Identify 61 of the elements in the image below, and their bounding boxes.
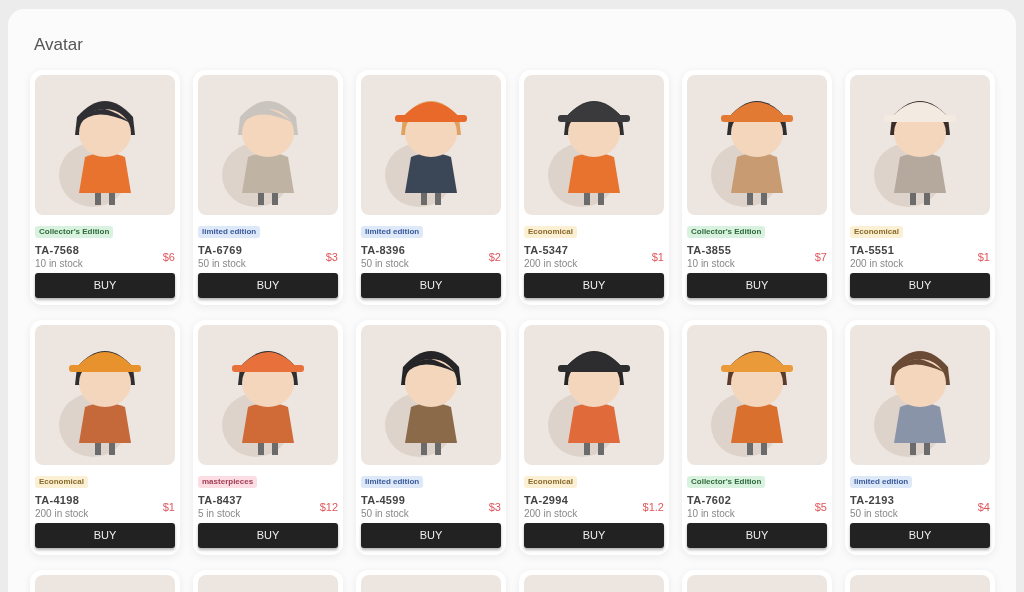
product-code: TA-5347: [524, 244, 570, 257]
product-code: TA-2994: [524, 494, 570, 507]
buy-button[interactable]: BUY: [361, 273, 501, 298]
buy-button[interactable]: BUY: [524, 273, 664, 298]
product-code: TA-4198: [35, 494, 81, 507]
edition-tag: Economical: [35, 476, 88, 488]
price: $6: [162, 249, 175, 265]
price: $5: [814, 499, 827, 515]
buy-button[interactable]: BUY: [524, 523, 664, 548]
product-code: TA-7568: [35, 244, 81, 257]
buy-button[interactable]: BUY: [198, 273, 338, 298]
price: $12: [319, 499, 338, 515]
product-code: TA-2193: [850, 494, 896, 507]
edition-tag: limited edition: [361, 226, 424, 238]
edition-tag: limited edition: [361, 476, 424, 488]
buy-button[interactable]: BUY: [35, 273, 175, 298]
buy-button[interactable]: BUY: [35, 523, 175, 548]
stock-count: 10 in stock: [687, 257, 735, 270]
buy-button[interactable]: BUY: [687, 523, 827, 548]
stock-count: 50 in stock: [850, 507, 898, 520]
price: $1.2: [642, 499, 664, 515]
product-code: TA-8437: [198, 494, 243, 507]
product-code: TA-6769: [198, 244, 244, 257]
buy-button[interactable]: BUY: [687, 273, 827, 298]
price: $7: [814, 249, 827, 265]
buy-button[interactable]: BUY: [850, 523, 990, 548]
stock-count: 10 in stock: [35, 257, 83, 270]
section-title: Avatar: [33, 35, 84, 55]
price: $3: [488, 499, 501, 515]
edition-tag: limited edition: [850, 476, 913, 488]
stock-count: 200 in stock: [35, 507, 89, 520]
stock-count: 5 in stock: [198, 507, 242, 520]
price: $1: [162, 499, 175, 515]
edition-tag: Collector's Edition: [687, 476, 766, 488]
edition-tag: Economical: [524, 226, 577, 238]
stock-count: 200 in stock: [850, 257, 904, 270]
edition-tag: limited edition: [198, 226, 261, 238]
product-code: TA-4599: [361, 494, 407, 507]
stock-count: 10 in stock: [687, 507, 735, 520]
stock-count: 200 in stock: [524, 507, 578, 520]
stock-count: 50 in stock: [198, 257, 246, 270]
edition-tag: masterpieces: [198, 476, 258, 488]
price: $1: [977, 249, 990, 265]
buy-button[interactable]: BUY: [198, 523, 338, 548]
edition-tag: Collector's Edition: [35, 226, 114, 238]
product-code: TA-3855: [687, 244, 733, 257]
price: $4: [977, 499, 990, 515]
buy-button[interactable]: BUY: [850, 273, 990, 298]
price: $2: [488, 249, 501, 265]
buy-button[interactable]: BUY: [361, 523, 501, 548]
price: $3: [325, 249, 338, 265]
price: $1: [651, 249, 664, 265]
edition-tag: Economical: [850, 226, 903, 238]
stock-count: 50 in stock: [361, 257, 409, 270]
product-code: TA-8396: [361, 244, 407, 257]
product-code: TA-5551: [850, 244, 896, 257]
edition-tag: Economical: [524, 476, 577, 488]
product-code: TA-7602: [687, 494, 733, 507]
stock-count: 50 in stock: [361, 507, 409, 520]
stock-count: 200 in stock: [524, 257, 578, 270]
edition-tag: Collector's Edition: [687, 226, 766, 238]
